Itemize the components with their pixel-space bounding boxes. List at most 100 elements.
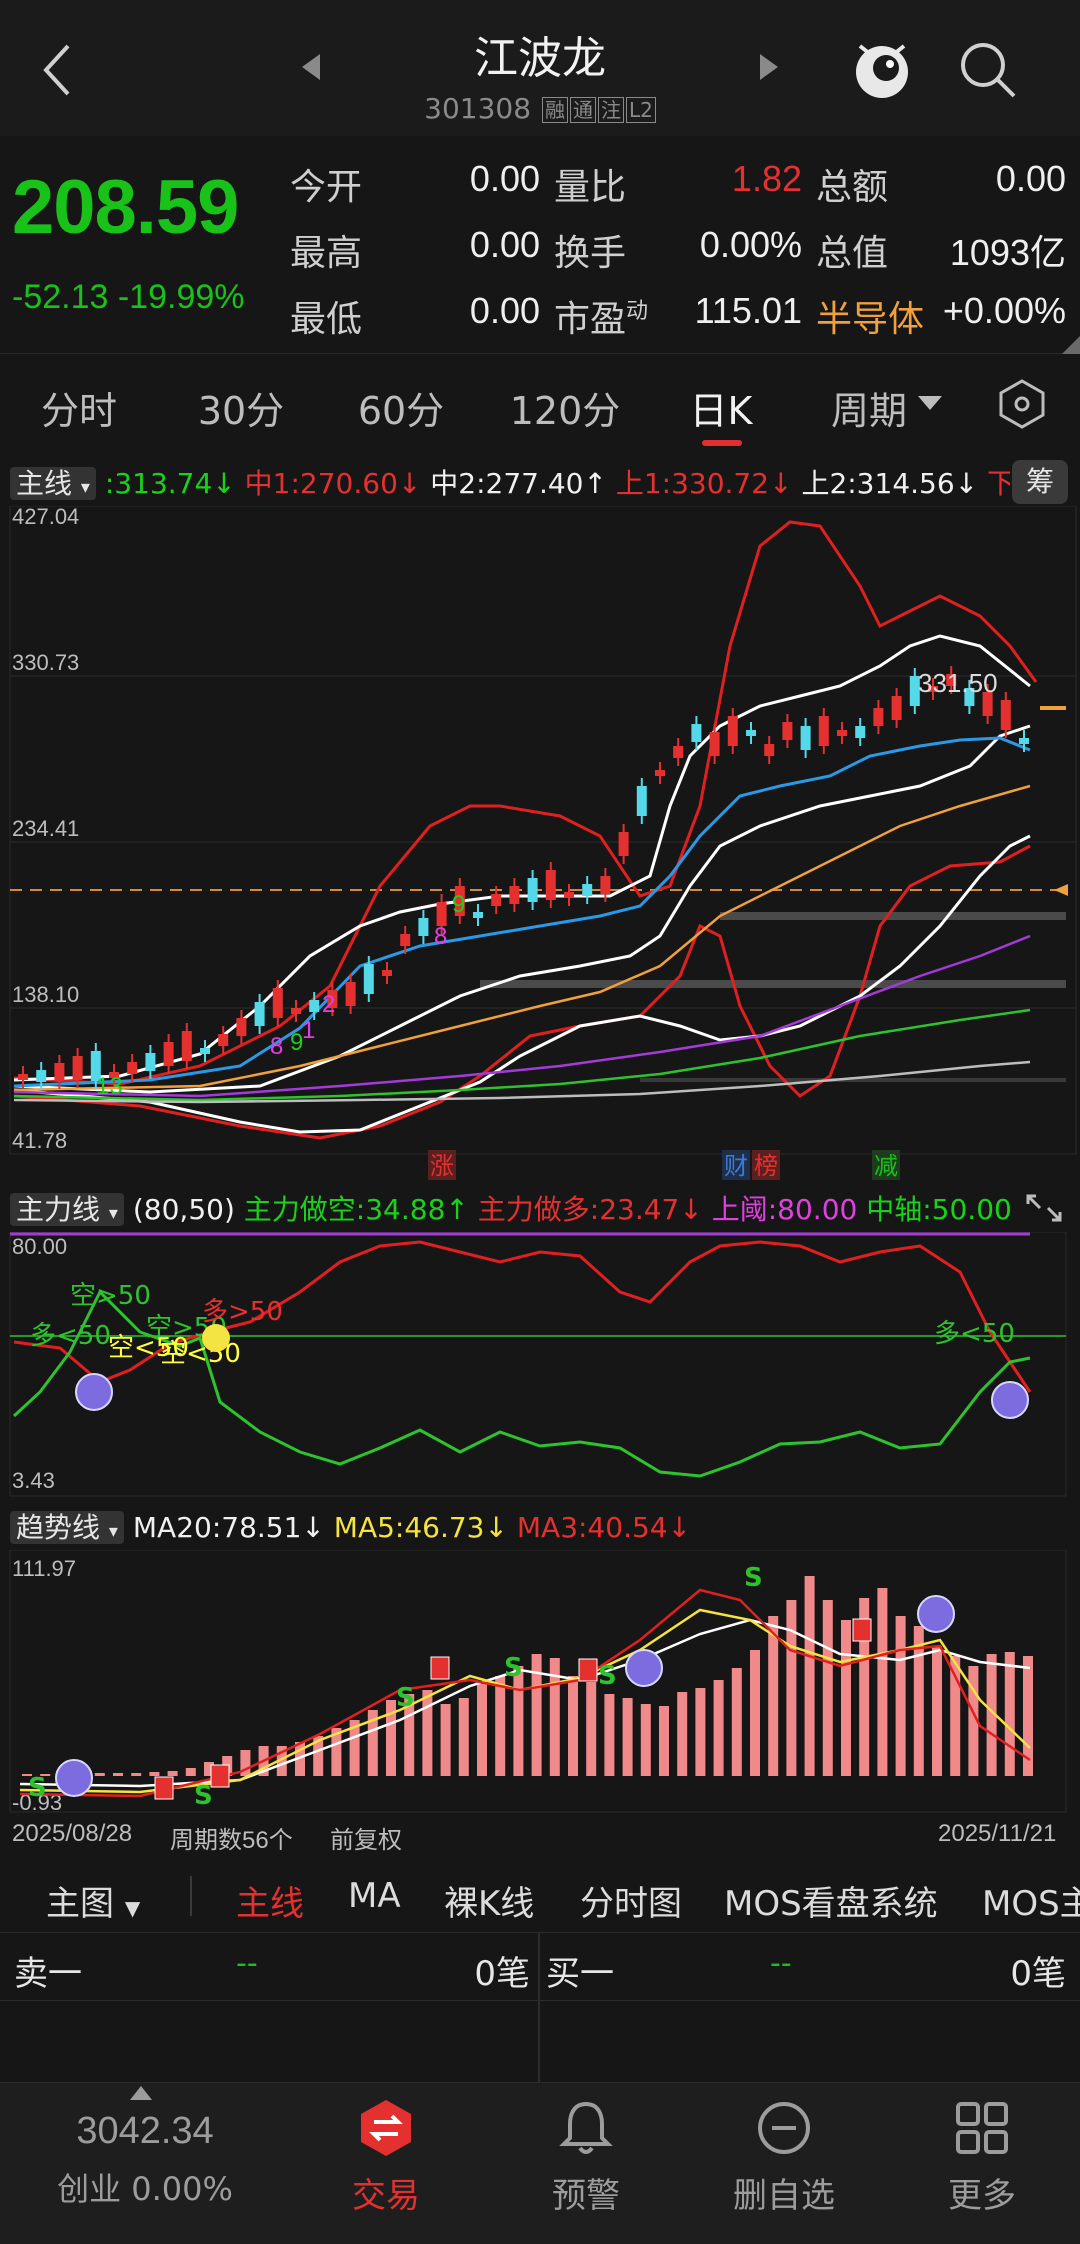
- candle-body: [709, 732, 720, 756]
- start-date: 2025/08/28: [12, 1820, 133, 1847]
- trend-bar: [113, 1773, 123, 1776]
- candle-body: [254, 1002, 265, 1026]
- y-tick-label: 427.04: [12, 506, 79, 529]
- trade-nav-icon-wrap[interactable]: [356, 2098, 416, 2158]
- tab-60min[interactable]: 60分: [346, 380, 456, 435]
- candle-body: [582, 884, 593, 896]
- mascot-icon: [856, 44, 908, 98]
- main-indicator-dropdown[interactable]: 主线 ▾: [10, 467, 96, 500]
- force-annotation: 多<50: [30, 1321, 111, 1351]
- toolbar-divider: [190, 1876, 192, 1916]
- toolbar-naked-k[interactable]: 裸K线: [444, 1876, 534, 1925]
- candle-body: [746, 730, 756, 736]
- tab-intraday[interactable]: 分时: [34, 380, 124, 435]
- sell1-qty: 0笔: [474, 1954, 530, 1994]
- tab-120min[interactable]: 120分: [500, 380, 630, 435]
- toolbar-mainline[interactable]: 主线: [236, 1876, 304, 1925]
- change-amount: -52.13: [12, 278, 109, 316]
- search-button[interactable]: [956, 38, 1018, 100]
- sad-face-icon: [625, 1649, 663, 1687]
- buy-signal-icon: [852, 1618, 872, 1642]
- buy1-label: 买一: [546, 1954, 614, 1994]
- force-annotation: 多>50: [202, 1297, 283, 1327]
- sector-label[interactable]: 半导体: [816, 290, 924, 342]
- main-kline-chart[interactable]: 427.04330.73234.41138.1041.78331.50128 98…: [0, 506, 1080, 1180]
- nav-trade[interactable]: 交易: [306, 2168, 466, 2217]
- main-legend-item-4: 上2:314.56↓: [801, 467, 988, 500]
- candle-body: [818, 716, 829, 746]
- main-chart-select[interactable]: 主图 ▼: [46, 1876, 140, 1925]
- more-grid-icon[interactable]: [952, 2098, 1012, 2158]
- index-label[interactable]: 创业 0.00%: [40, 2164, 250, 2210]
- expand-icon[interactable]: [1022, 1190, 1066, 1226]
- trend-bar: [131, 1773, 142, 1776]
- change-percent: -19.99%: [117, 278, 245, 316]
- force-indicator-dropdown[interactable]: 主力线 ▾: [10, 1193, 124, 1226]
- prev-stock-icon[interactable]: [300, 52, 322, 82]
- trend-chart[interactable]: 111.97-0.93S SSS SS: [0, 1550, 1080, 1816]
- next-stock-icon[interactable]: [758, 52, 780, 82]
- candle-body: [891, 696, 902, 720]
- mid2-line: [13, 724, 1031, 1094]
- trend-bar: [695, 1688, 706, 1776]
- candle-body: [181, 1031, 192, 1061]
- upper-band-line: [13, 520, 1038, 1086]
- trend-bar: [622, 1698, 633, 1776]
- amount-label: 总额: [816, 167, 889, 208]
- candle-body: [673, 746, 684, 758]
- main-legend: 主线 ▾ :313.74↓ 中1:270.60↓ 中2:277.40↑ 上1:3…: [10, 462, 1010, 502]
- vol-ratio-value: 1.82: [731, 158, 802, 199]
- collapse-up-icon[interactable]: [130, 2086, 152, 2100]
- trend-legend: 趋势线 ▾ MA20:78.51↓ MA5:46.73↓ MA3:40.54↓: [10, 1506, 1070, 1546]
- candle-body: [400, 934, 411, 946]
- main-indicator-label: 主线: [16, 467, 73, 500]
- toolbar-intraday[interactable]: 分时图: [580, 1876, 682, 1925]
- chips-button[interactable]: 筹: [1012, 460, 1068, 504]
- remove-watchlist-icon[interactable]: [754, 2098, 814, 2158]
- signal-number: 9: [452, 891, 465, 918]
- bell-icon[interactable]: [558, 2098, 614, 2158]
- chevron-left-icon: [43, 44, 70, 96]
- trend-bar: [640, 1704, 651, 1776]
- stock-name: 江波龙: [474, 33, 606, 84]
- candle-body: [363, 964, 374, 994]
- tab-30min[interactable]: 30分: [186, 380, 296, 435]
- sad-face-icon: [991, 1381, 1029, 1419]
- ma-purple-line: [13, 934, 1031, 1098]
- nav-alert[interactable]: 预警: [506, 2168, 666, 2217]
- tab-daily-k[interactable]: 日K: [676, 380, 766, 435]
- candle-body: [782, 722, 793, 740]
- index-value[interactable]: 3042.34: [40, 2110, 250, 2153]
- vol-ratio-label: 量比: [554, 167, 627, 208]
- back-button[interactable]: [30, 30, 90, 110]
- nav-remove-watchlist[interactable]: 删自选: [704, 2168, 864, 2217]
- tab-period[interactable]: 周期: [824, 380, 914, 435]
- main-chart-select-label: 主图: [46, 1884, 114, 1924]
- pe-label: 市盈动: [554, 290, 648, 342]
- trend-bar: [877, 1588, 888, 1776]
- mascot-button[interactable]: [846, 32, 918, 104]
- main-legend-items: :313.74↓ 中1:270.60↓ 中2:277.40↑ 上1:330.72…: [105, 467, 1010, 500]
- trend-indicator-dropdown[interactable]: 趋势线 ▾: [10, 1511, 124, 1544]
- toolbar-mos-system[interactable]: MOS看盘系统: [724, 1876, 938, 1925]
- sell-signal-icon: S: [504, 1653, 523, 1683]
- adjust-mode[interactable]: 前复权: [330, 1820, 402, 1855]
- bottom-nav: [0, 2082, 1080, 2244]
- toolbar-mos-main[interactable]: MOS主: [982, 1876, 1080, 1925]
- settings-hexagon-icon[interactable]: [996, 378, 1048, 430]
- trend-legend-item-0: MA20:78.51↓: [132, 1511, 334, 1544]
- sad-face-icon: [75, 1373, 113, 1411]
- toolbar-ma[interactable]: MA: [348, 1876, 401, 1916]
- trend-bar: [731, 1668, 742, 1776]
- nav-more[interactable]: 更多: [902, 2168, 1062, 2217]
- period-dropdown-icon[interactable]: [918, 396, 942, 412]
- corner-fold-icon: [1062, 336, 1080, 354]
- trend-bar: [477, 1684, 487, 1776]
- main-force-chart[interactable]: 80.003.43空>50多<50空<50空>50多>50空<50多<50: [0, 1232, 1080, 1500]
- trend-bar: [568, 1676, 578, 1776]
- trade-icon: [361, 2100, 411, 2156]
- force-y-top: 80.00: [12, 1234, 67, 1259]
- event-label: 涨: [430, 1152, 454, 1180]
- trend-bar: [895, 1616, 906, 1776]
- trend-bar: [659, 1706, 669, 1776]
